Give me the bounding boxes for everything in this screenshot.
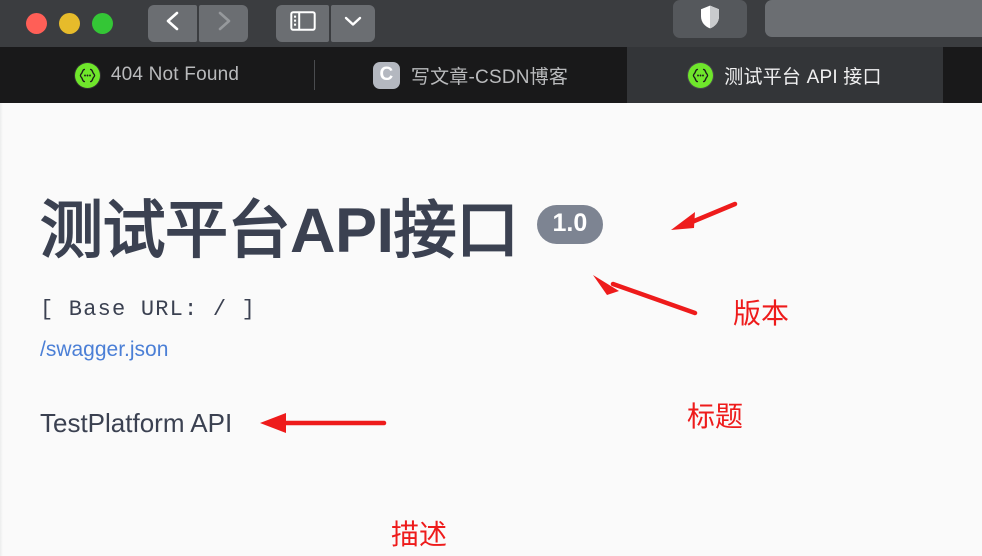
sidebar-menu-button[interactable] xyxy=(331,5,375,42)
version-badge: 1.0 xyxy=(536,205,604,244)
tab-label: 测试平台 API 接口 xyxy=(724,66,882,88)
sidebar-toggle-icon xyxy=(289,10,316,37)
page-title: 测试平台API接口 xyxy=(40,196,519,266)
chevron-left-icon xyxy=(163,9,183,38)
page-left-edge xyxy=(0,103,3,556)
tab-label: 写文章-CSDN博客 xyxy=(410,66,569,88)
api-description: TestPlatform API xyxy=(40,408,233,438)
tab-strip-filler xyxy=(943,47,982,103)
sidebar-controls xyxy=(276,5,375,42)
browser-window: 404 Not Found C 写文章-CSDN博客 测试平台 API 接口 测… xyxy=(0,0,982,556)
annotation-label-title: 标题 xyxy=(687,401,744,432)
chevron-right-icon xyxy=(214,9,234,38)
tab-strip: 404 Not Found C 写文章-CSDN博客 测试平台 API 接口 xyxy=(0,47,982,103)
privacy-shield-button[interactable] xyxy=(673,0,747,38)
tab-label: 404 Not Found xyxy=(110,64,240,85)
tab-csdn-blog[interactable]: C 写文章-CSDN博客 xyxy=(314,47,627,103)
swagger-json-link[interactable]: /swagger.json xyxy=(40,338,168,362)
chevron-down-icon xyxy=(342,14,364,33)
tab-404-not-found[interactable]: 404 Not Found xyxy=(0,47,314,103)
swagger-ui-page: 测试平台API接口 1.0 [ Base URL: / ] /swagger.j… xyxy=(0,103,982,556)
browser-titlebar xyxy=(0,0,982,47)
csdn-icon: C xyxy=(372,61,400,89)
swagger-icon xyxy=(688,62,714,88)
annotation-label-version: 版本 xyxy=(733,298,790,329)
annotation-arrow-title xyxy=(593,275,698,316)
tab-testplatform-api[interactable]: 测试平台 API 接口 xyxy=(627,47,943,103)
base-url-text: [ Base URL: / ] xyxy=(40,297,257,322)
back-button[interactable] xyxy=(148,5,197,42)
swagger-icon xyxy=(74,62,100,88)
address-bar[interactable] xyxy=(765,0,982,37)
maximize-window-button[interactable] xyxy=(92,13,113,34)
minimize-window-button[interactable] xyxy=(59,13,80,34)
forward-button[interactable] xyxy=(199,5,248,42)
sidebar-toggle-button[interactable] xyxy=(276,5,329,42)
window-controls xyxy=(26,13,113,34)
tab-separator xyxy=(314,60,315,90)
shield-icon xyxy=(699,4,721,35)
annotation-arrow-version xyxy=(671,201,738,230)
api-title-row: 测试平台API接口 1.0 xyxy=(40,196,604,267)
annotation-label-description: 描述 xyxy=(391,519,448,550)
annotation-arrow-description xyxy=(260,413,387,433)
close-window-button[interactable] xyxy=(26,13,47,34)
navigation-buttons xyxy=(148,5,248,42)
